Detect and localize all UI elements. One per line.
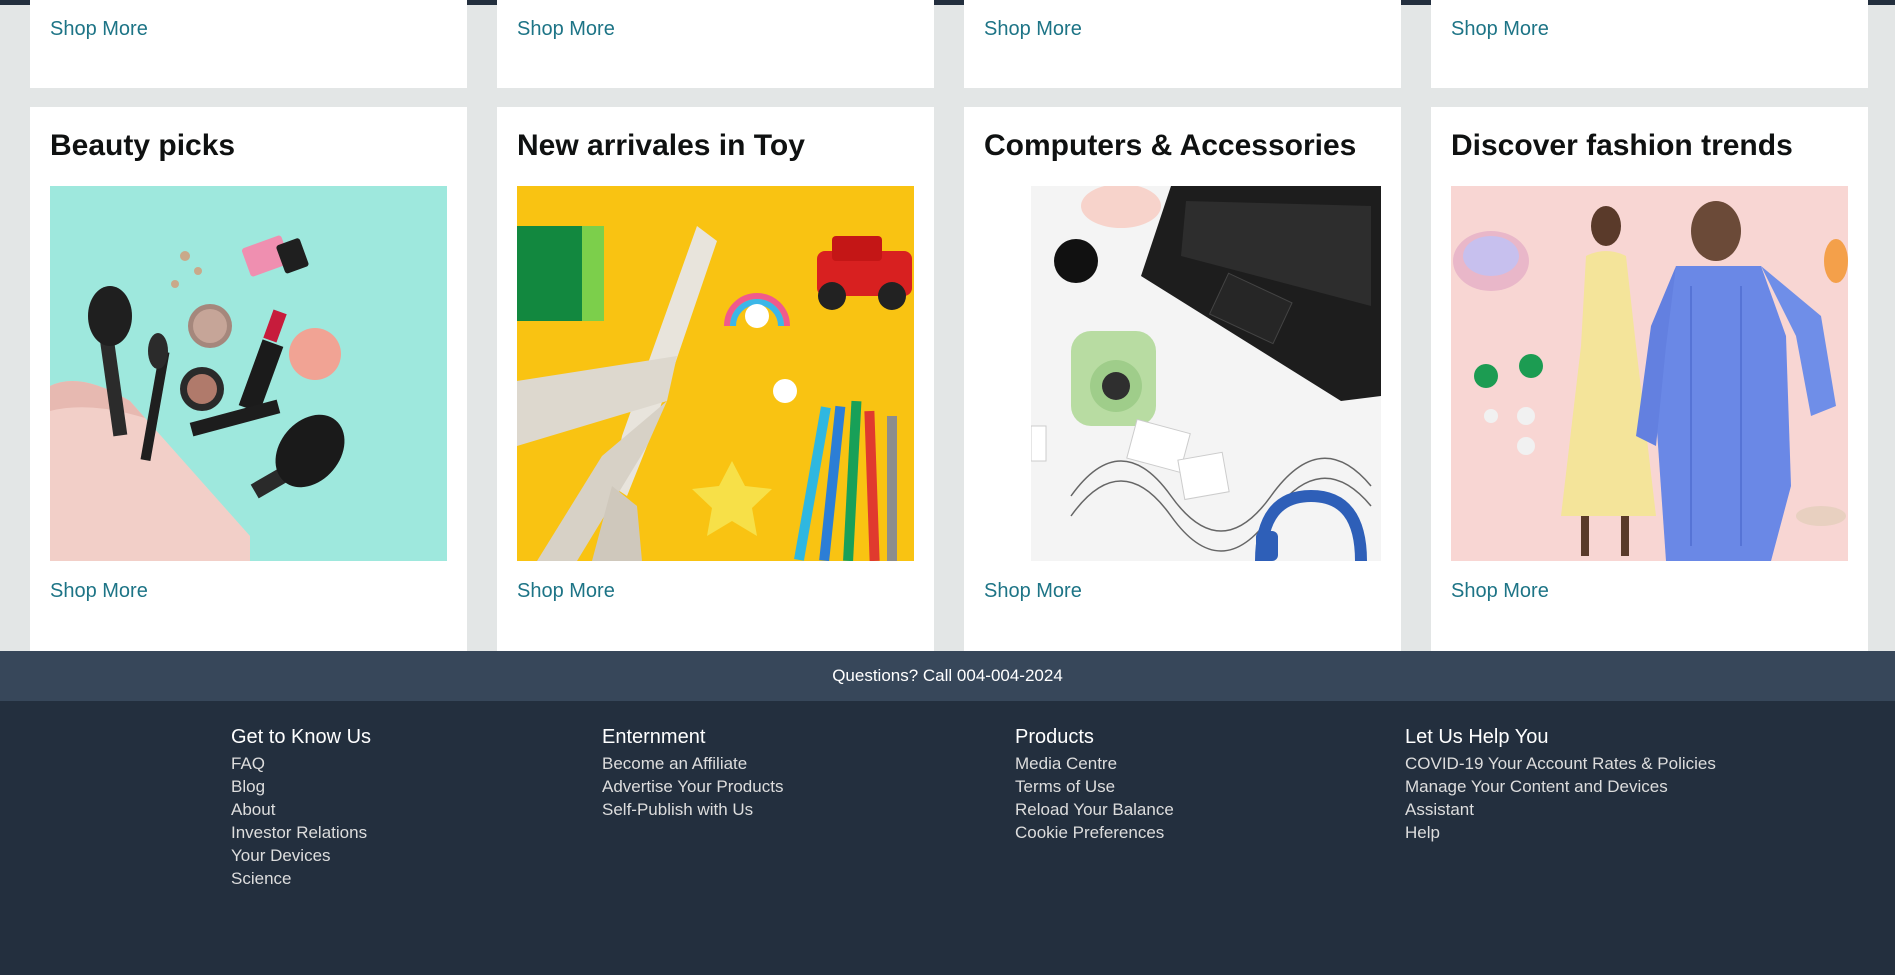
card-title: Computers & Accessories (984, 129, 1357, 162)
shop-more-link[interactable]: Shop More (517, 18, 615, 41)
discover-fashion-card: Discover fashion trends Shop More (1431, 107, 1868, 651)
top-card-2: Shop More (497, 0, 934, 88)
footer-link-investor-relations[interactable]: Investor Relations (231, 821, 371, 844)
top-card-1: Shop More (30, 0, 467, 88)
new-arrivals-toy-card: New arrivales in Toy Shop More (497, 107, 934, 651)
footer-link-blog[interactable]: Blog (231, 775, 371, 798)
footer-column-products: Products Media Centre Terms of Use Reloa… (1015, 726, 1174, 844)
footer-link-covid-policies[interactable]: COVID-19 Your Account Rates & Policies (1405, 752, 1716, 775)
card-title: New arrivales in Toy (517, 129, 805, 162)
footer-link-help[interactable]: Help (1405, 821, 1716, 844)
beauty-picks-card: Beauty picks Shop More (30, 107, 467, 651)
footer-column-get-to-know-us: Get to Know Us FAQ Blog About Investor R… (231, 726, 371, 890)
makeup-products-image[interactable] (50, 186, 447, 561)
shop-more-link[interactable]: Shop More (1451, 580, 1549, 603)
footer-link-media-centre[interactable]: Media Centre (1015, 752, 1174, 775)
footer-link-manage-content[interactable]: Manage Your Content and Devices (1405, 775, 1716, 798)
site-footer: Get to Know Us FAQ Blog About Investor R… (0, 701, 1895, 975)
footer-link-reload-balance[interactable]: Reload Your Balance (1015, 798, 1174, 821)
footer-link-terms-of-use[interactable]: Terms of Use (1015, 775, 1174, 798)
footer-link-advertise-products[interactable]: Advertise Your Products (602, 775, 783, 798)
footer-link-science[interactable]: Science (231, 867, 371, 890)
shop-more-link[interactable]: Shop More (984, 580, 1082, 603)
footer-link-assistant[interactable]: Assistant (1405, 798, 1716, 821)
footer-column-enternment: Enternment Become an Affiliate Advertise… (602, 726, 783, 821)
footer-link-about[interactable]: About (231, 798, 371, 821)
footer-link-become-affiliate[interactable]: Become an Affiliate (602, 752, 783, 775)
footer-column-heading: Enternment (602, 726, 706, 748)
laptop-camera-image[interactable] (1031, 186, 1381, 561)
footer-column-heading: Get to Know Us (231, 726, 372, 748)
top-card-4: Shop More (1431, 0, 1868, 88)
shop-more-link[interactable]: Shop More (50, 580, 148, 603)
contact-phone-bar: Questions? Call 004-004-2024 (0, 651, 1895, 701)
footer-column-let-us-help-you: Let Us Help You COVID-19 Your Account Ra… (1405, 726, 1716, 844)
fashion-models-image[interactable] (1451, 186, 1848, 561)
shop-more-link[interactable]: Shop More (984, 18, 1082, 41)
footer-link-cookie-preferences[interactable]: Cookie Preferences (1015, 821, 1174, 844)
computers-accessories-card: Computers & Accessories Shop More (964, 107, 1401, 651)
footer-column-heading: Let Us Help You (1405, 726, 1549, 748)
footer-link-your-devices[interactable]: Your Devices (231, 844, 371, 867)
shop-more-link[interactable]: Shop More (517, 580, 615, 603)
card-title: Discover fashion trends (1451, 129, 1793, 162)
shop-more-link[interactable]: Shop More (50, 18, 148, 41)
footer-link-faq[interactable]: FAQ (231, 752, 371, 775)
card-title: Beauty picks (50, 129, 236, 162)
toy-airplane-image[interactable] (517, 186, 914, 561)
top-card-3: Shop More (964, 0, 1401, 88)
footer-column-heading: Products (1015, 726, 1094, 748)
shop-more-link[interactable]: Shop More (1451, 18, 1549, 41)
footer-link-self-publish[interactable]: Self-Publish with Us (602, 798, 783, 821)
